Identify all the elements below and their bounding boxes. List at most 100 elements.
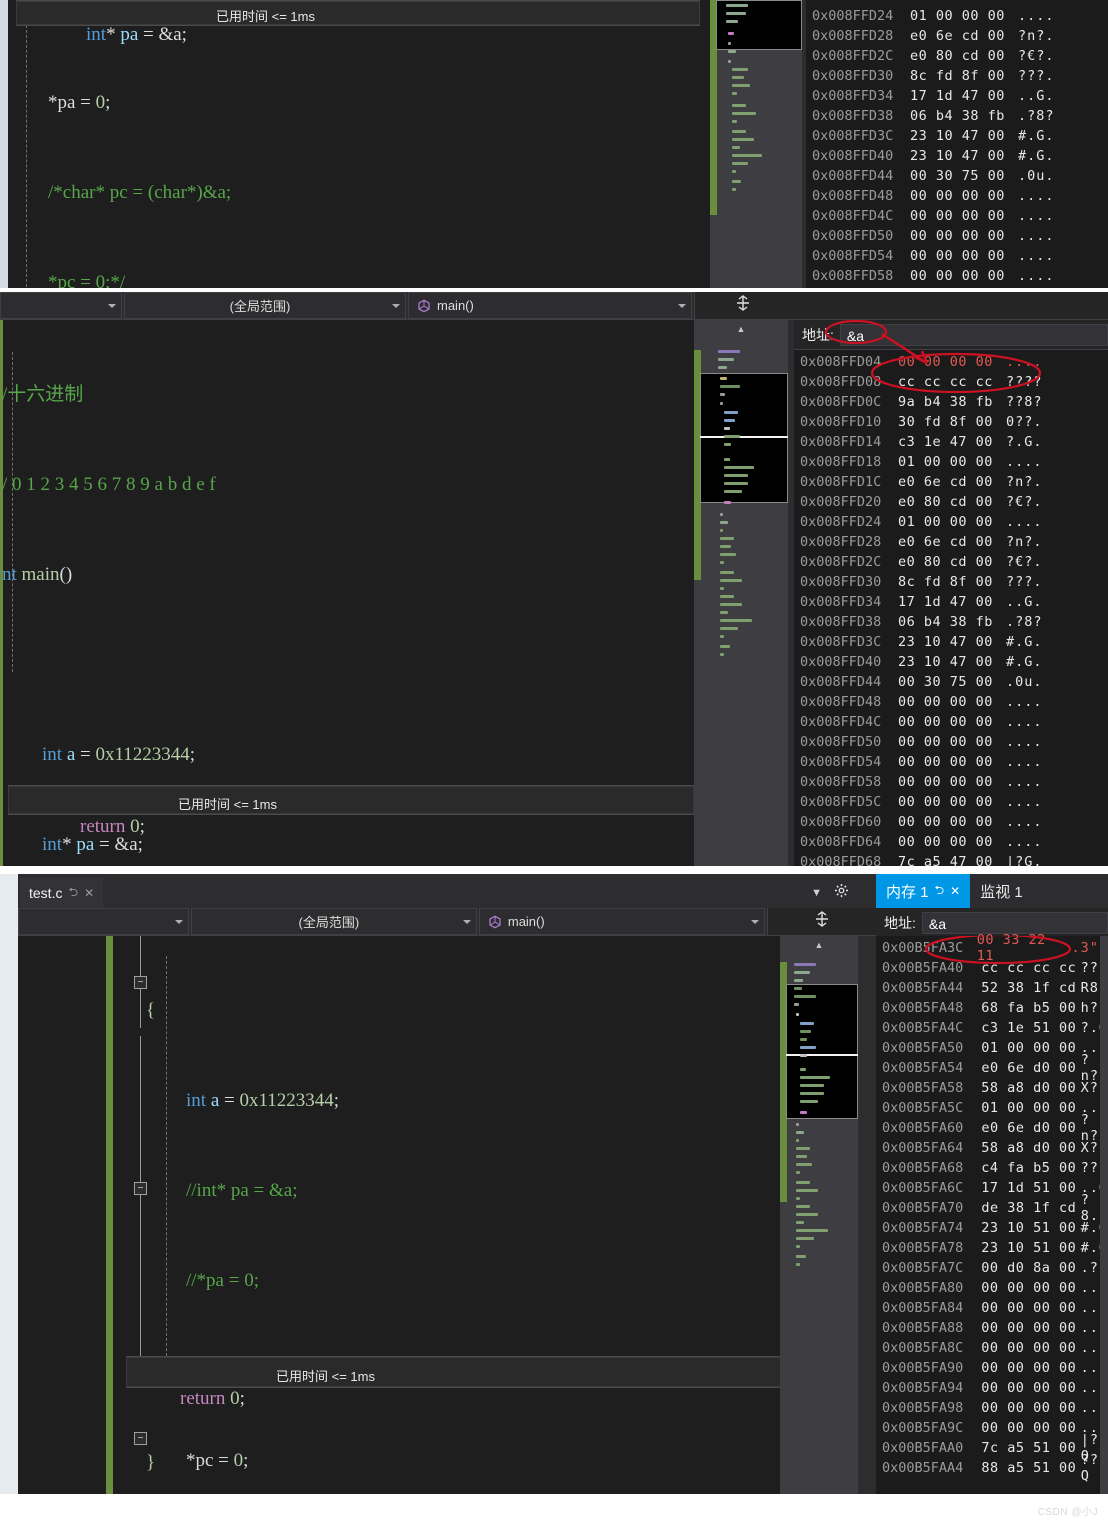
memory-row-hex[interactable]: 23 10 47 00 [910, 148, 1018, 164]
memory-row-hex[interactable]: 23 10 51 00 [981, 1240, 1080, 1256]
memory-row[interactable]: 0x008FFD3417 1d 47 00..G. [806, 86, 1108, 106]
memory-row[interactable]: 0x008FFD0400 00 00 00.... [794, 352, 1108, 372]
scope-combo-function[interactable]: main() [408, 292, 692, 319]
tab-settings-button[interactable] [830, 878, 858, 908]
memory-row-hex[interactable]: 8c fd 8f 00 [898, 574, 1006, 590]
memory-row-hex[interactable]: e0 6e cd 00 [898, 474, 1006, 490]
memory-row-hex[interactable]: 17 1d 47 00 [898, 594, 1006, 610]
memory-row[interactable]: 0x00B5FAA07c a5 51 00|?Q [876, 1438, 1108, 1458]
memory-row-hex[interactable]: 00 00 00 00 [981, 1400, 1080, 1416]
memory-row[interactable]: 0x00B5FA7423 10 51 00#.Q [876, 1218, 1108, 1238]
memory-row-hex[interactable]: 00 00 00 00 [910, 268, 1018, 284]
memory-row[interactable]: 0x008FFD4C00 00 00 00.... [794, 712, 1108, 732]
memory-row-hex[interactable]: 06 b4 38 fb [910, 108, 1018, 124]
memory-row[interactable]: 0x008FFD28e0 6e cd 00?n?. [794, 532, 1108, 552]
memory-row[interactable]: 0x008FFD4400 30 75 00.0u. [794, 672, 1108, 692]
memory-row-hex[interactable]: 00 00 00 00 [898, 714, 1006, 730]
memory-row-hex[interactable]: 52 38 1f cd [981, 980, 1080, 996]
tab-overflow-button[interactable]: ▼ [803, 878, 830, 908]
memory-row[interactable]: 0x008FFD4023 10 47 00#.G. [806, 146, 1108, 166]
split-view-button[interactable] [767, 908, 876, 935]
memory-row[interactable]: 0x00B5FA9000 00 00 00... [876, 1358, 1108, 1378]
top-memory-view[interactable]: 0x008FFD2401 00 00 00....0x008FFD28e0 6e… [806, 0, 1108, 292]
memory-row[interactable]: 0x00B5FA4868 fa b5 00h?? [876, 998, 1108, 1018]
scope-combo-global[interactable]: (全局范围) [124, 292, 406, 319]
memory-row[interactable]: 0x00B5FA6458 a8 d0 00X?? [876, 1138, 1108, 1158]
memory-row-hex[interactable]: 01 00 00 00 [981, 1040, 1080, 1056]
top-minimap[interactable] [710, 0, 802, 292]
memory-row-hex[interactable]: c3 1e 51 00 [981, 1020, 1080, 1036]
memory-row[interactable]: 0x008FFD4800 00 00 00.... [806, 186, 1108, 206]
memory-row[interactable]: 0x00B5FA68c4 fa b5 00??? [876, 1158, 1108, 1178]
pin-icon[interactable]: ⮌ [935, 881, 945, 902]
split-view-button[interactable] [694, 292, 790, 319]
memory-row-hex[interactable]: 7c a5 51 00 [981, 1440, 1080, 1456]
memory-row-hex[interactable]: 00 00 00 00 [910, 228, 1018, 244]
memory-row[interactable]: 0x008FFD5800 00 00 00.... [794, 772, 1108, 792]
memory-row[interactable]: 0x008FFD308c fd 8f 00???. [794, 572, 1108, 592]
memory-row-hex[interactable]: 00 00 00 00 [981, 1420, 1080, 1436]
bottom-memory-grid[interactable]: 0x00B5FA3C00 33 22 11.3"?0x00B5FA40cc cc… [876, 936, 1108, 1478]
scope-combo-blank[interactable] [0, 292, 122, 319]
memory-row[interactable]: 0x00B5FA40cc cc cc cc??? [876, 958, 1108, 978]
memory-row[interactable]: 0x00B5FA3C00 33 22 11.3"? [876, 938, 1108, 958]
memory-row[interactable]: 0x008FFD3C23 10 47 00#.G. [794, 632, 1108, 652]
memory-row[interactable]: 0x008FFD4400 30 75 00.0u. [806, 166, 1108, 186]
memory-row-hex[interactable]: e0 80 cd 00 [898, 554, 1006, 570]
middle-editor[interactable]: /十六进制 / 0 1 2 3 4 5 6 7 8 9 a b d e f nt… [0, 320, 694, 870]
memory-row-hex[interactable]: 00 00 00 00 [910, 248, 1018, 264]
memory-row[interactable]: 0x008FFD4023 10 47 00#.G. [794, 652, 1108, 672]
memory-row[interactable]: 0x008FFD308c fd 8f 00???. [806, 66, 1108, 86]
memory-address-input[interactable]: &a [840, 324, 1108, 346]
scope-combo-function[interactable]: main() [479, 908, 765, 935]
memory-row-hex[interactable]: 23 10 47 00 [898, 654, 1006, 670]
bottom-memory-scrollbar[interactable] [1100, 936, 1108, 1494]
memory-row[interactable]: 0x008FFD28e0 6e cd 00?n?. [806, 26, 1108, 46]
memory-row[interactable]: 0x008FFD5C00 00 00 00.... [794, 792, 1108, 812]
memory-address-input[interactable]: &a [922, 912, 1108, 934]
memory-row[interactable]: 0x008FFD08cc cc cc cc???? [794, 372, 1108, 392]
memory-row-hex[interactable]: 00 00 00 00 [910, 188, 1018, 204]
memory-row[interactable]: 0x00B5FA7823 10 51 00#.Q [876, 1238, 1108, 1258]
close-icon[interactable]: ✕ [84, 886, 94, 900]
middle-memory-grid[interactable]: 0x008FFD0400 00 00 00....0x008FFD08cc cc… [794, 350, 1108, 870]
memory-row[interactable]: 0x008FFD14c3 1e 47 00?.G. [794, 432, 1108, 452]
scope-combo-global[interactable]: (全局范围) [191, 908, 477, 935]
memory-row-hex[interactable]: 88 a5 51 00 [981, 1460, 1080, 1476]
minimap-scroll-up[interactable]: ▲ [780, 936, 858, 954]
memory-row-hex[interactable]: 00 00 00 00 [898, 754, 1006, 770]
memory-row-hex[interactable]: c3 1e 47 00 [898, 434, 1006, 450]
memory-row-hex[interactable]: 06 b4 38 fb [898, 614, 1006, 630]
memory-row-hex[interactable]: 00 30 75 00 [910, 168, 1018, 184]
memory-row[interactable]: 0x00B5FA9400 00 00 00... [876, 1378, 1108, 1398]
memory-row[interactable]: 0x00B5FAA488 a5 51 00??Q [876, 1458, 1108, 1478]
memory-row[interactable]: 0x00B5FA5C01 00 00 00... [876, 1098, 1108, 1118]
memory-row-hex[interactable]: 58 a8 d0 00 [981, 1140, 1080, 1156]
memory-row[interactable]: 0x008FFD1801 00 00 00.... [794, 452, 1108, 472]
memory-row[interactable]: 0x008FFD1030 fd 8f 000??. [794, 412, 1108, 432]
memory-row-hex[interactable]: 8c fd 8f 00 [910, 68, 1018, 84]
memory-row-hex[interactable]: e0 6e cd 00 [910, 28, 1018, 44]
memory-row-hex[interactable]: 9a b4 38 fb [898, 394, 1006, 410]
memory-row-hex[interactable]: 00 00 00 00 [981, 1280, 1080, 1296]
memory-row[interactable]: 0x008FFD1Ce0 6e cd 00?n?. [794, 472, 1108, 492]
memory-row-hex[interactable]: 30 fd 8f 00 [898, 414, 1006, 430]
memory-row-hex[interactable]: cc cc cc cc [981, 960, 1080, 976]
tab-memory-1[interactable]: 内存 1 ⮌ ✕ [876, 874, 970, 908]
memory-row-hex[interactable]: 23 10 47 00 [898, 634, 1006, 650]
memory-row-hex[interactable]: 23 10 47 00 [910, 128, 1018, 144]
memory-row-hex[interactable]: 00 00 00 00 [981, 1300, 1080, 1316]
memory-row-hex[interactable]: 01 00 00 00 [981, 1100, 1080, 1116]
memory-row[interactable]: 0x00B5FA4Cc3 1e 51 00?.Q [876, 1018, 1108, 1038]
minimap-scroll-up[interactable]: ▲ [694, 320, 788, 338]
memory-row-hex[interactable]: 01 00 00 00 [898, 514, 1006, 530]
memory-row[interactable]: 0x008FFD2Ce0 80 cd 00?€?. [806, 46, 1108, 66]
memory-row[interactable]: 0x00B5FA60e0 6e d0 00?n? [876, 1118, 1108, 1138]
memory-row-hex[interactable]: 00 00 00 00 [981, 1360, 1080, 1376]
memory-row-hex[interactable]: e0 80 cd 00 [910, 48, 1018, 64]
bottom-minimap-body[interactable] [780, 954, 858, 1494]
memory-row[interactable]: 0x008FFD0C9a b4 38 fb??8? [794, 392, 1108, 412]
memory-row[interactable]: 0x008FFD5400 00 00 00.... [806, 246, 1108, 266]
bottom-minimap[interactable]: ▲ [780, 936, 858, 1494]
memory-row-hex[interactable]: e0 80 cd 00 [898, 494, 1006, 510]
